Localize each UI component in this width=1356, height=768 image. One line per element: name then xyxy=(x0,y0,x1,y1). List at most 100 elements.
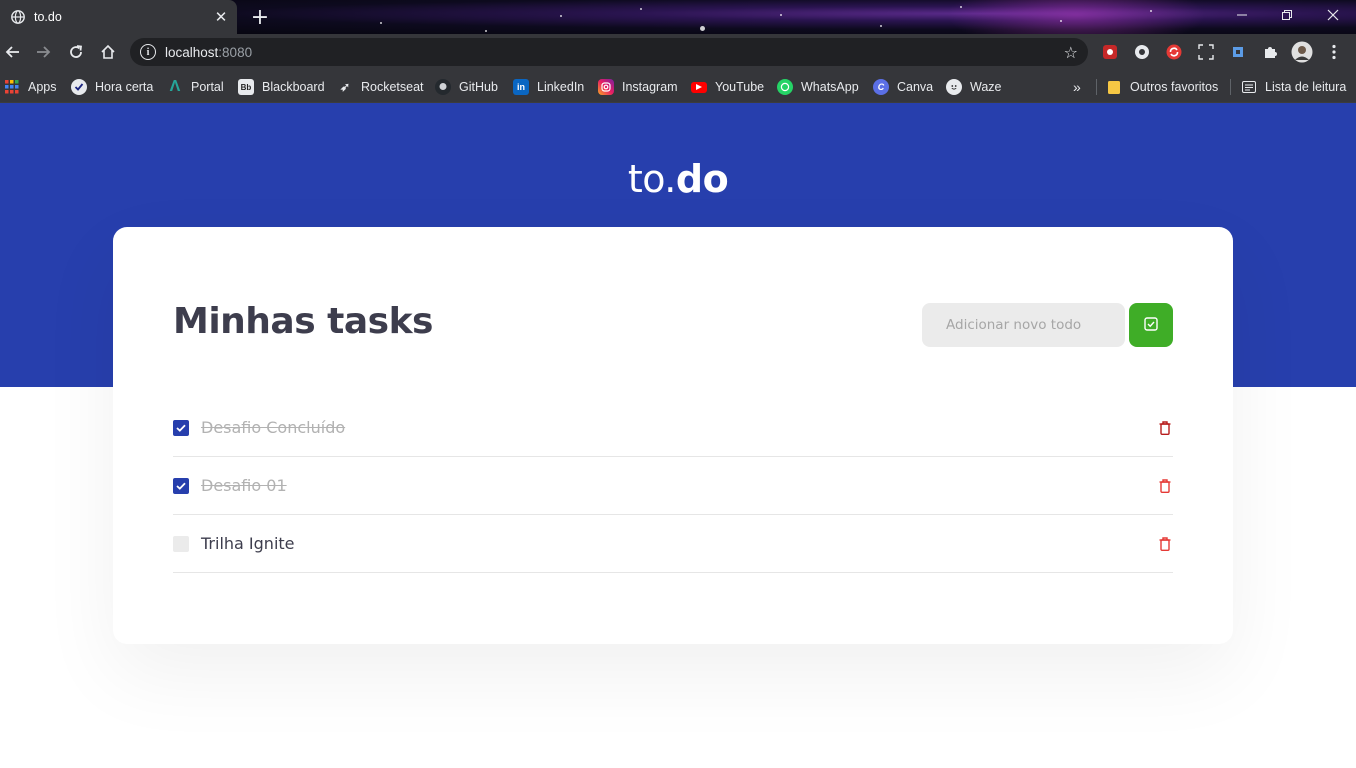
bookmarks-divider xyxy=(1096,79,1097,95)
apps-grid-icon xyxy=(4,79,20,95)
check-square-icon xyxy=(1144,316,1158,334)
tasks-card: Minhas tasks Desafio Concluído D xyxy=(113,227,1233,644)
wallpaper-star xyxy=(1150,10,1152,12)
trash-icon[interactable] xyxy=(1157,536,1173,552)
bookmark-other-favorites[interactable]: Outros favoritos xyxy=(1106,76,1218,98)
rocketseat-icon: ➶ xyxy=(339,80,351,94)
logo-light-text: to. xyxy=(627,157,677,201)
bookmarks-bar: Apps Hora certa Λ Portal Bb Blackboard ➶… xyxy=(0,70,1356,103)
bookmark-whatsapp[interactable]: WhatsApp xyxy=(777,76,859,98)
bookmark-instagram[interactable]: Instagram xyxy=(598,76,678,98)
extension-sync-icon[interactable] xyxy=(1165,43,1183,61)
reload-icon[interactable] xyxy=(63,39,89,65)
linkedin-icon: in xyxy=(513,79,529,95)
bookmark-label: Rocketseat xyxy=(361,80,424,94)
bookmark-label: Blackboard xyxy=(262,80,325,94)
page-title: Minhas tasks xyxy=(173,301,433,342)
app-logo: to.do xyxy=(0,157,1356,201)
bookmark-apps[interactable]: Apps xyxy=(4,76,57,98)
new-tab-button[interactable]: + xyxy=(248,5,272,30)
tab-title: to.do xyxy=(34,10,62,24)
bookmark-label: GitHub xyxy=(459,80,498,94)
task-title: Desafio 01 xyxy=(201,476,287,495)
browser-toolbar: i localhost:8080 ☆ xyxy=(0,34,1356,70)
logo-bold-text: do xyxy=(675,157,729,201)
wallpaper-star xyxy=(780,14,782,16)
bookmarks-divider xyxy=(1230,79,1231,95)
extension-red-icon[interactable] xyxy=(1101,43,1119,61)
wallpaper-star xyxy=(880,25,882,27)
screenshot-icon[interactable] xyxy=(1197,43,1215,61)
url-port: :8080 xyxy=(218,44,253,60)
browser-menu-icon[interactable] xyxy=(1325,43,1343,61)
whatsapp-icon xyxy=(777,79,793,95)
trash-icon[interactable] xyxy=(1157,420,1173,436)
add-todo-button[interactable] xyxy=(1129,303,1173,347)
bookmark-label: YouTube xyxy=(715,80,765,94)
bookmark-youtube[interactable]: YouTube xyxy=(691,76,764,98)
back-arrow-icon[interactable] xyxy=(0,39,26,65)
bookmark-github[interactable]: GitHub xyxy=(435,76,498,98)
new-todo-input[interactable] xyxy=(922,303,1125,347)
minimize-window-icon[interactable] xyxy=(1219,0,1265,30)
blackboard-icon: Bb xyxy=(238,79,254,95)
folder-icon xyxy=(1106,79,1122,95)
portal-icon: Λ xyxy=(169,78,181,95)
task-item: Desafio 01 xyxy=(173,457,1173,515)
wallpaper-star xyxy=(700,26,705,31)
wallpaper-glow xyxy=(946,0,1206,34)
browser-tab-active[interactable]: to.do ✕ xyxy=(0,0,237,34)
task-checkbox[interactable] xyxy=(173,478,189,494)
forward-arrow-icon[interactable] xyxy=(30,39,56,65)
reading-list-button[interactable]: Lista de leitura xyxy=(1241,76,1346,98)
bookmark-canva[interactable]: C Canva xyxy=(873,76,933,98)
browser-title-bar: to.do ✕ + xyxy=(0,0,1356,34)
bookmark-blackboard[interactable]: Bb Blackboard xyxy=(238,76,325,98)
bookmark-label: Apps xyxy=(28,80,57,94)
home-icon[interactable] xyxy=(95,39,121,65)
task-list: Desafio Concluído Desafio 01 Trilha Igni… xyxy=(173,399,1173,573)
bookmark-portal[interactable]: Λ Portal xyxy=(167,76,224,98)
tab-close-icon[interactable]: ✕ xyxy=(211,7,231,27)
extensions-puzzle-icon[interactable] xyxy=(1261,43,1279,61)
bookmark-label: Instagram xyxy=(622,80,678,94)
bookmark-hora-certa[interactable]: Hora certa xyxy=(71,76,153,98)
site-info-icon[interactable]: i xyxy=(140,44,156,60)
wallpaper-star xyxy=(960,6,962,8)
task-title: Desafio Concluído xyxy=(201,418,346,437)
bookmark-linkedin[interactable]: in LinkedIn xyxy=(513,76,584,98)
bookmark-waze[interactable]: Waze xyxy=(946,76,1002,98)
bookmark-rocketseat[interactable]: ➶ Rocketseat xyxy=(337,76,424,98)
bookmark-label: Hora certa xyxy=(95,80,154,94)
wallpaper-star xyxy=(380,22,382,24)
extension-blue-icon[interactable] xyxy=(1229,43,1247,61)
instagram-icon xyxy=(598,79,614,95)
task-checkbox[interactable] xyxy=(173,420,189,436)
extension-circle-icon[interactable] xyxy=(1133,43,1151,61)
github-icon xyxy=(435,79,451,95)
canva-icon: C xyxy=(873,79,889,95)
url-host: localhost xyxy=(165,44,219,60)
address-bar[interactable]: i localhost:8080 ☆ xyxy=(130,38,1088,66)
wallpaper-star xyxy=(1060,20,1062,22)
wallpaper-star xyxy=(640,8,642,10)
task-item: Desafio Concluído xyxy=(173,399,1173,457)
youtube-icon xyxy=(691,81,707,93)
clock-check-icon xyxy=(71,79,87,95)
task-checkbox[interactable] xyxy=(173,536,189,552)
profile-avatar[interactable] xyxy=(1291,41,1313,63)
bookmark-label: Lista de leitura xyxy=(1265,80,1347,94)
bookmark-star-icon[interactable]: ☆ xyxy=(1064,43,1078,62)
globe-icon xyxy=(10,9,26,25)
close-window-icon[interactable] xyxy=(1310,0,1356,30)
task-item: Trilha Ignite xyxy=(173,515,1173,573)
bookmark-label: LinkedIn xyxy=(537,80,585,94)
more-bookmarks-chevron-icon[interactable]: » xyxy=(1073,76,1081,98)
bookmark-label: Outros favoritos xyxy=(1130,80,1219,94)
wallpaper-star xyxy=(485,30,487,32)
restore-window-icon[interactable] xyxy=(1264,0,1310,30)
trash-icon[interactable] xyxy=(1157,478,1173,494)
bookmark-label: Portal xyxy=(191,80,224,94)
bookmark-label: Canva xyxy=(897,80,934,94)
bookmark-label: Waze xyxy=(970,80,1002,94)
